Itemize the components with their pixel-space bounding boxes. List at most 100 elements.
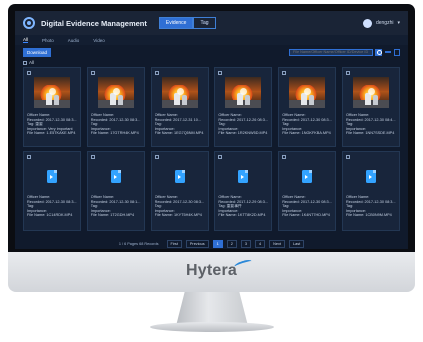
card-checkbox[interactable]	[27, 155, 31, 159]
card-checkbox[interactable]	[90, 71, 95, 75]
download-button[interactable]: Download	[23, 47, 52, 57]
monitor-bezel: Digital Evidence Management Evidence Tag…	[8, 4, 415, 252]
evidence-card[interactable]: Officer Name: Recorded: 2017-12-30 08:3..…	[278, 67, 337, 147]
monitor-stand-base	[150, 322, 274, 332]
first-page-button[interactable]: First	[166, 240, 182, 248]
file-name: File Name: 17GTRH4K.MP4	[90, 131, 139, 136]
thumbnail-ground	[34, 100, 70, 108]
evidence-card[interactable]: Officer Name: Recorded: 2017-12-31 10... T…	[150, 67, 209, 147]
file-thumbnail[interactable]	[225, 163, 261, 190]
play-icon	[367, 88, 375, 95]
file-name: File Name: 1R2KNW5D.MP4	[218, 131, 268, 136]
file-thumbnail[interactable]	[353, 163, 389, 190]
evidence-card[interactable]: Officer Name: Recorded: 2017-12-30 08:3..…	[23, 67, 81, 147]
evidence-thumbnail[interactable]	[225, 77, 262, 108]
card-meta: Officer Name: Recorded: 2017-12-30 08:3..…	[27, 113, 77, 136]
page-2-button[interactable]: 2	[226, 240, 237, 248]
card-meta: Officer Name: Recorded: 2017-12-30 08:3..…	[282, 113, 332, 136]
tab-tag[interactable]: Tag	[193, 17, 216, 29]
file-thumbnail[interactable]	[289, 163, 325, 190]
select-all-checkbox[interactable]	[23, 60, 27, 65]
evidence-thumbnail[interactable]	[161, 77, 198, 108]
evidence-grid: Officer Name: Recorded: 2017-12-30 08:3..…	[23, 67, 400, 231]
evidence-card[interactable]: Officer Name: Recorded: 2017-12-30 08:3..…	[341, 151, 400, 231]
evidence-card[interactable]: Officer Name: Recorded: 2017-12-30 08:3..…	[23, 151, 81, 231]
thumbnail-ground	[225, 100, 262, 108]
pagination: 1 / 6 Pages 68 Records First Previous 1 …	[15, 240, 408, 248]
search-input[interactable]	[289, 48, 373, 56]
card-checkbox[interactable]	[345, 71, 350, 75]
top-tabs: Evidence Tag	[158, 17, 216, 29]
file-name: File Name: 1K4NT7HD.MP4	[282, 213, 330, 218]
evidence-card[interactable]: Officer Name: Recorded: 2017-12-30 08:3..…	[278, 151, 337, 231]
card-meta: Officer Name: Recorded: 2017-12-30 08:3..…	[91, 113, 141, 136]
evidence-thumbnail[interactable]	[352, 77, 389, 108]
page-1-button[interactable]: 1	[212, 240, 223, 248]
card-meta: Officer Name: Recorded: 2017-12-26 08:3..…	[218, 113, 268, 136]
app-logo-icon	[23, 17, 35, 29]
page-4-button[interactable]: 4	[255, 240, 266, 248]
evidence-thumbnail[interactable]	[97, 77, 134, 108]
user-menu[interactable]: dengzhi ▾	[362, 18, 400, 28]
view-toggle-button[interactable]	[394, 48, 400, 56]
play-icon	[49, 88, 56, 95]
app-header: Digital Evidence Management Evidence Tag…	[15, 11, 408, 35]
card-checkbox[interactable]	[90, 155, 95, 159]
recorded-time: Recorded: 2017-12-30 08:1...	[90, 199, 141, 204]
toolbar: Download	[15, 45, 408, 59]
filter-video[interactable]: Video	[93, 38, 104, 43]
evidence-card[interactable]: Officer Name: Recorded: 2017-12-30 08:3..…	[86, 67, 145, 147]
evidence-thumbnail[interactable]	[289, 77, 326, 108]
evidence-card[interactable]: Officer Name: Recorded: 2017-12-26 08:3..…	[214, 67, 273, 147]
thumbnail-ground	[97, 100, 134, 108]
next-page-button[interactable]: Next	[269, 240, 285, 248]
monitor: Digital Evidence Management Evidence Tag…	[8, 4, 415, 292]
monitor-stand-neck	[176, 292, 248, 326]
thumbnail-person	[54, 95, 59, 105]
card-checkbox[interactable]	[282, 71, 287, 75]
file-thumbnail[interactable]	[98, 163, 134, 190]
card-checkbox[interactable]	[345, 155, 350, 159]
file-name: File Name: 1C14RDK.MP4	[27, 213, 73, 218]
select-all[interactable]: All	[23, 60, 34, 65]
card-checkbox[interactable]	[27, 71, 31, 75]
evidence-card[interactable]: Officer Name: Recorded: 2017-12-30 08:1..…	[86, 151, 145, 231]
card-checkbox[interactable]	[282, 155, 287, 159]
last-page-button[interactable]: Last	[288, 240, 305, 248]
file-name: File Name: 1.E5TKAKE.MP4	[27, 131, 76, 136]
previous-page-button[interactable]: Previous	[185, 240, 209, 248]
file-thumbnail[interactable]	[34, 163, 70, 190]
page-3-button[interactable]: 3	[240, 240, 252, 248]
card-checkbox[interactable]	[218, 71, 223, 75]
thumbnail-ground	[161, 100, 198, 108]
brand-logo: Hytera	[185, 262, 237, 279]
filter-audio[interactable]: Audio	[68, 38, 80, 43]
file-name: File Name: 1EG7Q5NM.MP4	[154, 131, 204, 136]
evidence-card[interactable]: Officer Name: Recorded: 2017-12-30 08:4..…	[341, 67, 400, 147]
tab-evidence[interactable]: Evidence	[158, 17, 194, 29]
evidence-card[interactable]: Officer Name: Recorded: 2017-12-29 08:3..…	[214, 151, 273, 231]
card-meta: Officer Name: Recorded: 2017-12-30 08:3..…	[27, 195, 77, 218]
file-thumbnail[interactable]	[162, 163, 198, 190]
thumbnail-person	[245, 95, 251, 105]
filter-all[interactable]: All	[23, 37, 29, 43]
recorded-time: Recorded: 2017-12-30 08:4...	[345, 117, 396, 122]
media-file-icon	[47, 170, 57, 183]
chevron-down-icon: ▾	[397, 20, 400, 26]
card-checkbox[interactable]	[154, 155, 159, 159]
search-icon[interactable]	[375, 48, 382, 56]
filter-bar: All Photo Audio Video	[15, 35, 408, 45]
page-info: 1 / 6 Pages 68 Records	[118, 242, 159, 246]
card-checkbox[interactable]	[154, 71, 159, 75]
file-name: File Name: 1NGKFKBA.MP4	[282, 131, 331, 136]
evidence-thumbnail[interactable]	[34, 77, 70, 108]
recorded-time: Recorded: 2017-12-30 08:3...	[90, 117, 141, 122]
recorded-time: Recorded: 2017-12-30 08:3...	[27, 199, 77, 204]
filter-photo[interactable]: Photo	[42, 38, 54, 43]
card-checkbox[interactable]	[218, 155, 223, 159]
advanced-search-button[interactable]	[385, 51, 391, 53]
media-file-icon	[365, 170, 376, 183]
evidence-card[interactable]: Officer Name: Recorded: 2017-12-30 08:3..…	[150, 151, 209, 231]
file-name: File Name: 1KYT5H4K.MP4	[154, 213, 202, 218]
recorded-time: Recorded: 2017-12-30 08:3...	[345, 199, 396, 204]
